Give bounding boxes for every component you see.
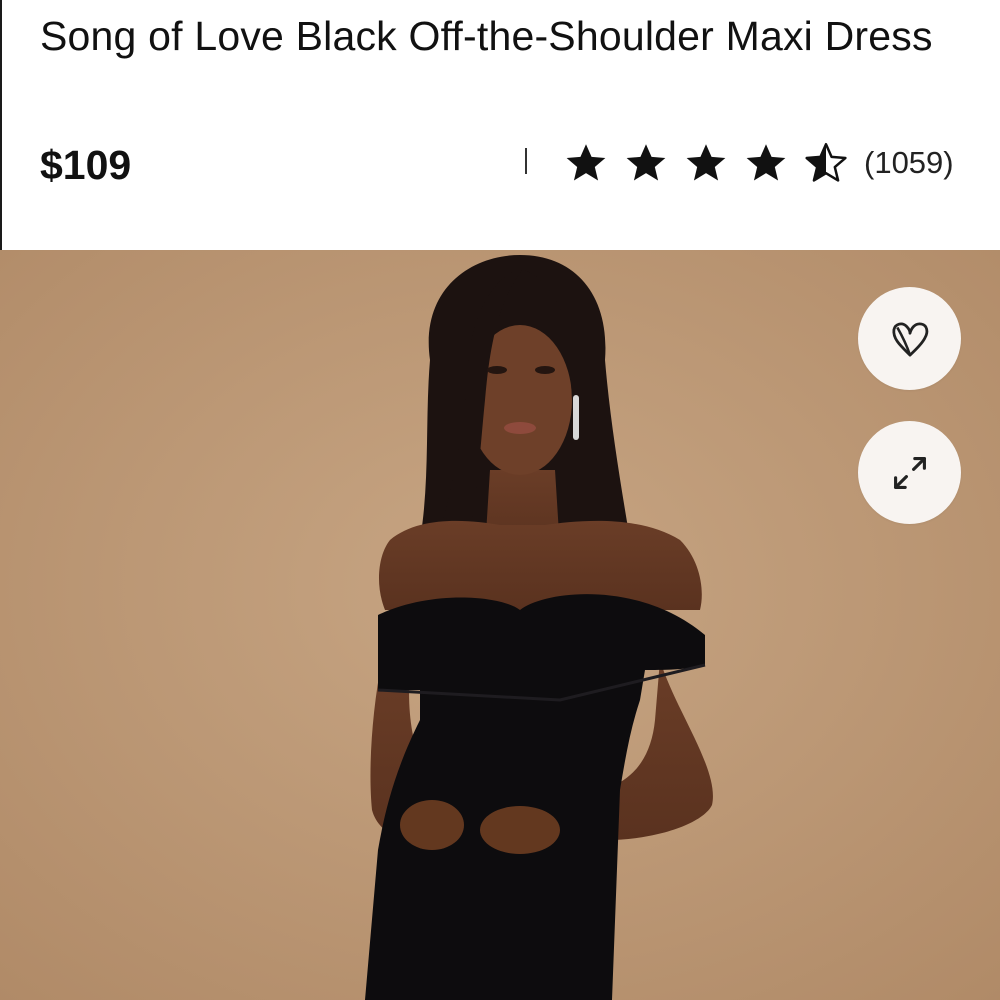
favorite-button[interactable] xyxy=(858,287,961,390)
star-icon-4 xyxy=(746,144,786,181)
half-star-icon xyxy=(805,142,847,182)
star-rating[interactable] xyxy=(563,140,863,186)
expand-image-button[interactable] xyxy=(858,421,961,524)
star-icon-2 xyxy=(626,144,666,181)
product-title: Song of Love Black Off-the-Shoulder Maxi… xyxy=(40,13,933,59)
review-count[interactable]: (1059) xyxy=(864,142,954,184)
product-image[interactable] xyxy=(0,250,1000,1000)
rating-divider xyxy=(525,148,527,174)
expand-arrows-icon xyxy=(893,456,926,489)
product-photo xyxy=(0,250,1000,1000)
left-edge-line xyxy=(0,0,2,250)
star-icon-3 xyxy=(686,144,726,181)
product-price: $109 xyxy=(40,142,132,188)
heart-icon xyxy=(892,322,928,356)
star-icon-1 xyxy=(566,144,606,181)
